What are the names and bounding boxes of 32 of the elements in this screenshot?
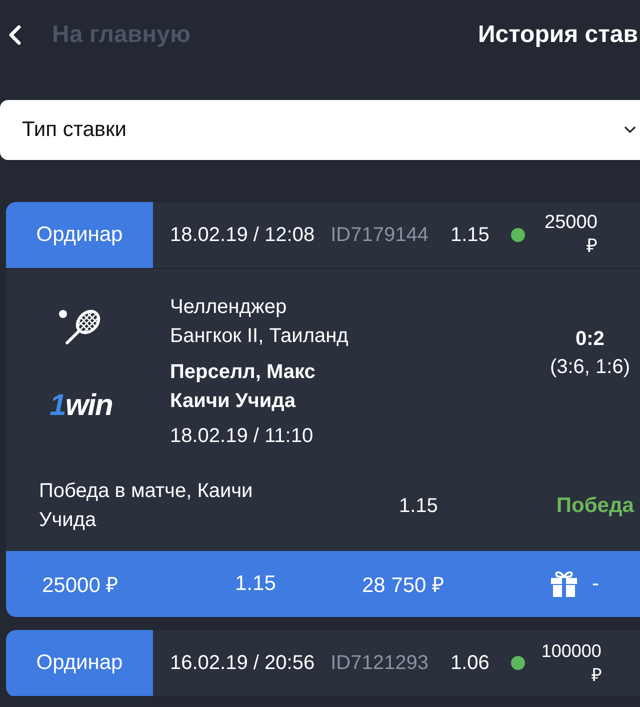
chevron-down-icon xyxy=(624,126,636,134)
stake-amount: 25000 ₽ xyxy=(42,573,120,598)
outcome-odds: 1.15 xyxy=(399,494,438,518)
bet-outcome: Победа в матче, Каичи Учида xyxy=(39,479,254,533)
bet-id: ID7179144 xyxy=(330,224,428,246)
bet-type-tab: Ординар xyxy=(6,630,153,696)
set-scores: (3:6, 1:6) xyxy=(550,355,630,380)
match-score: 0:2 xyxy=(576,327,604,352)
brand-logo: 1win xyxy=(50,389,112,423)
gift-icon xyxy=(550,570,578,598)
bet-datetime: 16.02.19 / 20:56 xyxy=(170,652,315,674)
bet-odds: 1.06 xyxy=(450,652,490,674)
bet-card[interactable]: Ординар 16.02.19 / 20:56 ID7121293 1.06 100000 ₽ xyxy=(6,630,640,697)
bet-datetime: 18.02.19 / 12:08 xyxy=(170,224,315,246)
bonus-value: - xyxy=(592,572,599,596)
bet-card[interactable] xyxy=(6,202,640,617)
bet-amount: 25000 ₽ xyxy=(544,211,598,259)
bet-id: ID7121293 xyxy=(330,652,428,674)
bet-result: Победа xyxy=(556,494,634,518)
bet-odds: 1.15 xyxy=(450,224,490,246)
league-region: Бангкок II, Таиланд xyxy=(170,324,348,349)
match-time: 18.02.19 / 11:10 xyxy=(170,424,314,449)
total-odds: 1.15 xyxy=(235,572,277,596)
bet-amount: 100000 ₽ xyxy=(540,640,602,687)
bet-type-tab: Ординар xyxy=(6,202,153,268)
league-name: Челленджер xyxy=(170,295,288,320)
page-title: История став xyxy=(478,21,638,49)
back-icon[interactable] xyxy=(8,24,22,46)
bet-type-dropdown[interactable]: Тип ставки xyxy=(0,100,640,160)
player-name: Каичи Учида xyxy=(170,389,297,414)
payout-amount: 28 750 ₽ xyxy=(362,573,446,598)
player-name: Перселл, Макс xyxy=(170,360,316,385)
